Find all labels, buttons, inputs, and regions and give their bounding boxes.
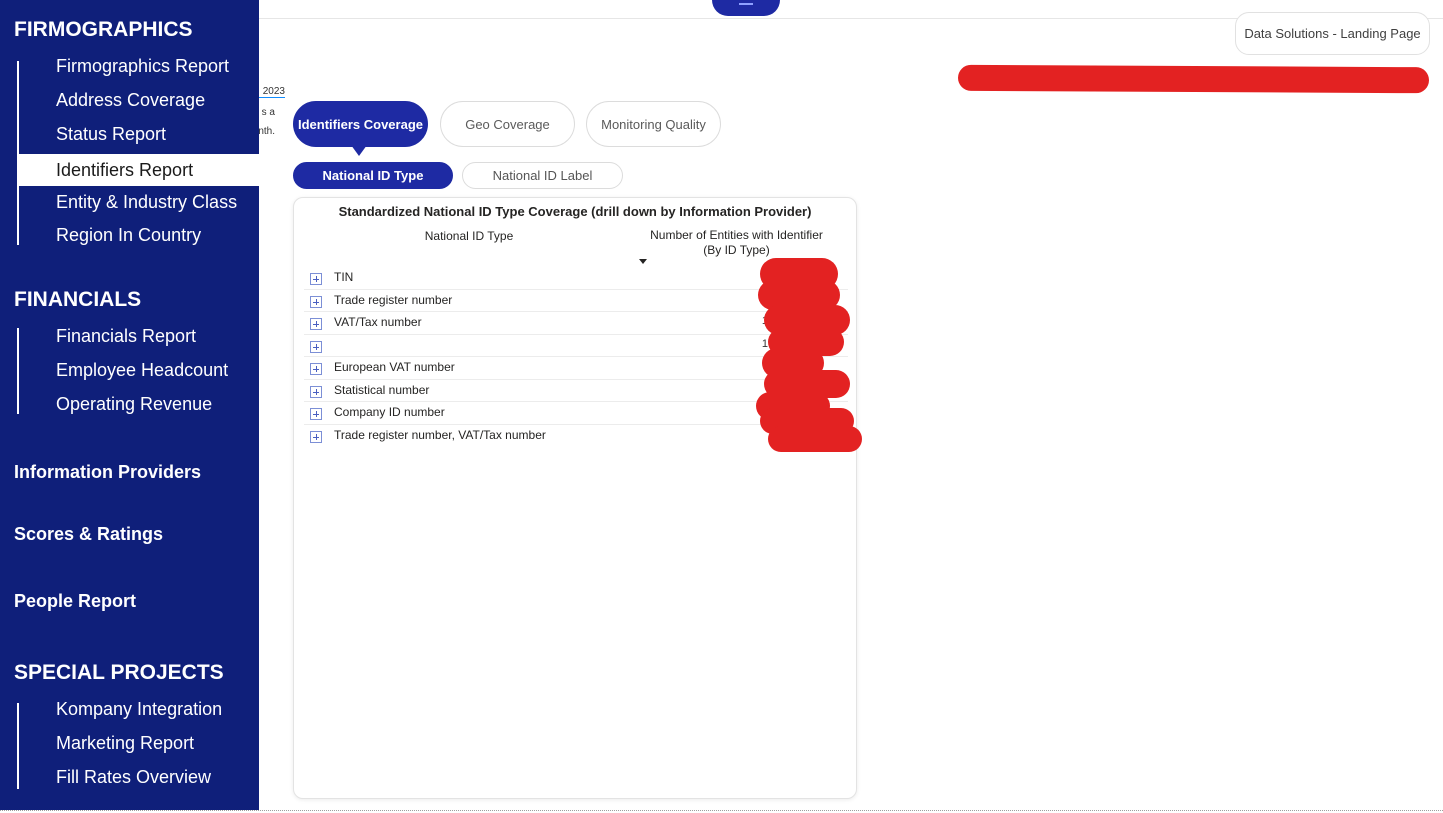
subtab-national-id-label[interactable]: National ID Label <box>462 162 623 189</box>
nav-firmographics-report[interactable]: Firmographics Report <box>56 56 229 77</box>
navigation-sidebar: FIRMOGRAPHICS Firmographics Report Addre… <box>0 0 259 810</box>
row-label: Trade register number, VAT/Tax number <box>334 427 546 442</box>
section-divider <box>17 61 19 245</box>
nav-identifiers-report[interactable]: Identifiers Report <box>18 154 259 186</box>
report-page: port 2023 s a nth. Data Solutions - Land… <box>0 0 1443 813</box>
nav-scores-ratings[interactable]: Scores & Ratings <box>14 524 163 545</box>
row-label: Statistical number <box>334 382 430 397</box>
active-tab-pointer <box>351 145 367 156</box>
nav-entity-industry-class[interactable]: Entity & Industry Class <box>56 192 237 213</box>
nav-region-in-country[interactable]: Region In Country <box>56 225 201 246</box>
column-header-id-type[interactable]: National ID Type <box>404 229 534 243</box>
row-value: 1 <box>761 337 768 350</box>
section-title-financials[interactable]: FINANCIALS <box>14 288 141 312</box>
tab-monitoring-quality[interactable]: Monitoring Quality <box>586 101 721 147</box>
section-title-special-projects[interactable]: SPECIAL PROJECTS <box>14 661 224 685</box>
section-title-firmographics[interactable]: FIRMOGRAPHICS <box>14 18 193 42</box>
expand-plus-icon[interactable] <box>310 408 322 420</box>
subtab-national-id-type[interactable]: National ID Type <box>293 162 453 189</box>
expand-plus-icon[interactable] <box>310 318 322 330</box>
nav-financials-report[interactable]: Financials Report <box>56 326 196 347</box>
row-label: European VAT number <box>334 360 455 374</box>
row-label: Trade register number <box>334 292 453 307</box>
expand-plus-icon[interactable] <box>310 363 322 375</box>
sort-descending-icon[interactable] <box>639 259 647 264</box>
section-divider <box>17 703 19 789</box>
section-divider <box>17 328 19 414</box>
row-label: VAT/Tax number <box>334 315 422 329</box>
redaction-mark <box>768 426 862 452</box>
redaction-mark <box>957 64 1430 94</box>
column-header-line: Number of Entities with Identifier <box>650 228 823 242</box>
table-title: Standardized National ID Type Coverage (… <box>338 204 812 219</box>
bottom-divider <box>0 810 1443 811</box>
column-header-line: (By ID Type) <box>703 243 770 257</box>
nav-address-coverage[interactable]: Address Coverage <box>56 90 205 111</box>
nav-kompany-integration[interactable]: Kompany Integration <box>56 699 222 720</box>
landing-page-button[interactable]: Data Solutions - Landing Page <box>1235 12 1430 55</box>
expand-plus-icon[interactable] <box>310 385 322 398</box>
tab-identifiers-coverage[interactable]: Identifiers Coverage <box>293 101 428 147</box>
pane-collapse-handle[interactable] <box>712 0 780 16</box>
nav-information-providers[interactable]: Information Providers <box>14 462 201 483</box>
nav-fill-rates-overview[interactable]: Fill Rates Overview <box>56 767 211 788</box>
expand-plus-icon[interactable] <box>310 273 322 285</box>
nav-operating-revenue[interactable]: Operating Revenue <box>56 394 212 415</box>
expand-plus-icon[interactable] <box>310 295 322 308</box>
row-label: Company ID number <box>334 405 445 419</box>
nav-employee-headcount[interactable]: Employee Headcount <box>56 360 228 381</box>
nav-people-report[interactable]: People Report <box>14 591 136 612</box>
tab-geo-coverage[interactable]: Geo Coverage <box>440 101 575 147</box>
expand-plus-icon[interactable] <box>310 430 322 443</box>
expand-plus-icon[interactable] <box>310 340 322 353</box>
column-header-entity-count[interactable]: Number of Entities with Identifier (By I… <box>634 228 839 258</box>
nav-marketing-report[interactable]: Marketing Report <box>56 733 194 754</box>
nav-status-report[interactable]: Status Report <box>56 124 166 145</box>
row-label: TIN <box>334 270 354 284</box>
handle-grip-icon <box>739 3 753 5</box>
